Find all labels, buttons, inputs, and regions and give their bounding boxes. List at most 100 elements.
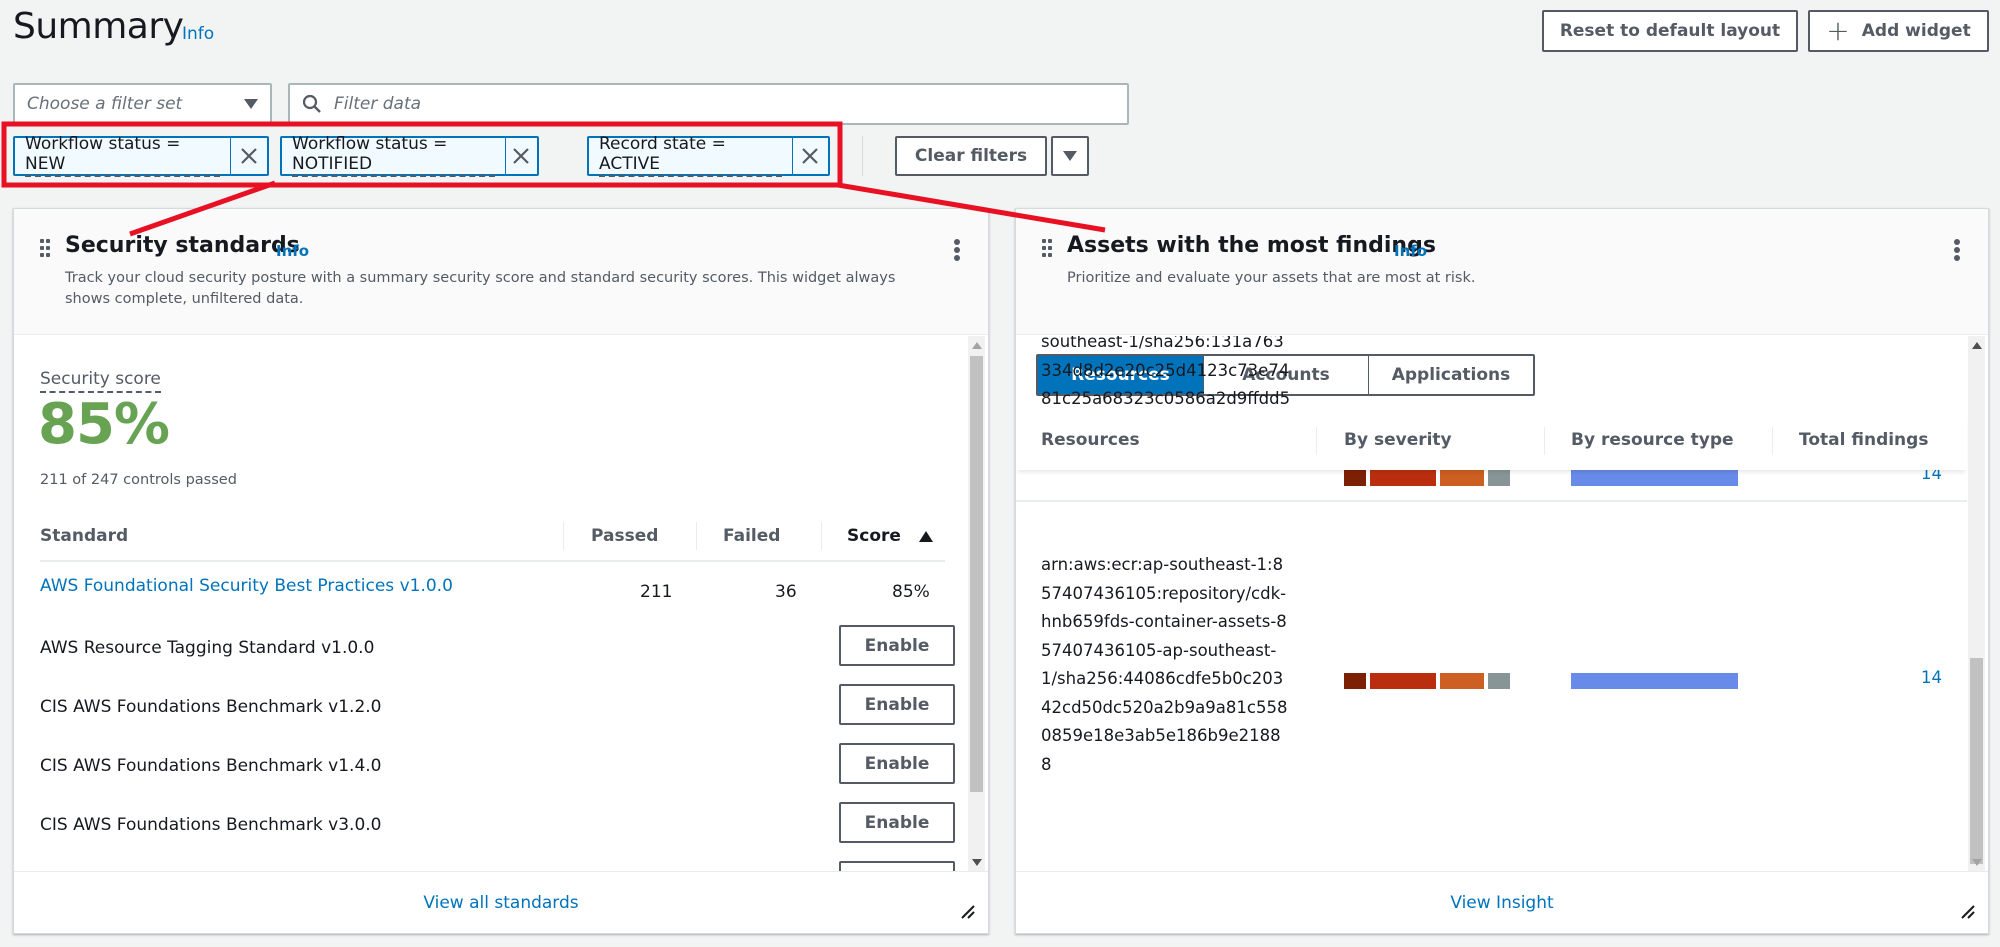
scroll-thumb[interactable] <box>1970 658 1983 864</box>
widget-description: Track your cloud security posture with a… <box>65 270 896 307</box>
scroll-up-arrow-icon[interactable] <box>1972 342 1982 349</box>
clear-filters-button[interactable]: Clear filters <box>895 136 1047 176</box>
filter-token[interactable]: Workflow status = NEW <box>13 135 269 177</box>
severity-segment-medium[interactable] <box>1440 470 1484 486</box>
resource-type-bar[interactable] <box>1571 673 1738 689</box>
severity-segment-low[interactable] <box>1488 470 1510 486</box>
filter-set-select[interactable]: Choose a filter set <box>13 83 272 125</box>
table-row: CIS AWS Foundations Benchmark v1.2.0 Ena… <box>40 680 955 739</box>
security-standards-widget: Security standards Info Track your cloud… <box>13 208 989 934</box>
divider <box>862 136 863 176</box>
widget-header: Security standards Info Track your cloud… <box>14 209 988 335</box>
column-header-passed[interactable]: Passed <box>591 526 658 546</box>
reset-layout-button[interactable]: Reset to default layout <box>1542 10 1798 52</box>
column-header-resources: Resources <box>1041 430 1140 450</box>
close-icon <box>513 148 530 164</box>
column-header-by-severity: By severity <box>1344 430 1452 450</box>
table-header: Standard Passed Failed Score <box>40 512 945 562</box>
view-insight-link[interactable]: View Insight <box>1450 893 1553 913</box>
severity-bar[interactable] <box>1344 673 1510 689</box>
standard-name: CIS AWS Foundations Benchmark v1.4.0 <box>40 756 382 776</box>
widget-header: Assets with the most findings Info Prior… <box>1016 209 1988 335</box>
table-row: arn:aws:ecr:ap-southeast-1:857407436105:… <box>1016 551 1967 821</box>
standard-name: CIS AWS Foundations Benchmark v3.0.0 <box>40 815 382 835</box>
resize-handle-icon[interactable] <box>958 901 976 919</box>
drag-handle-icon[interactable] <box>40 239 50 257</box>
scrollbar[interactable] <box>968 336 985 872</box>
controls-passed-text: 211 of 247 controls passed <box>40 472 237 488</box>
table-row: AWS Resource Tagging Standard v1.0.0 Ena… <box>40 621 955 680</box>
view-all-standards-link[interactable]: View all standards <box>423 893 578 913</box>
scroll-thumb[interactable] <box>970 356 983 792</box>
severity-segment-critical[interactable] <box>1344 673 1366 689</box>
table-row: AWS Foundational Security Best Practices… <box>40 562 945 621</box>
column-header-score[interactable]: Score <box>847 526 901 546</box>
filter-token-label[interactable]: Record state = ACTIVE <box>599 135 782 177</box>
enable-button[interactable]: Enable <box>839 743 955 784</box>
passed-count: 211 <box>640 582 673 602</box>
scroll-up-arrow-icon[interactable] <box>972 342 982 349</box>
enable-button[interactable]: Enable <box>839 802 955 843</box>
more-options-icon[interactable] <box>954 239 960 261</box>
severity-segment-low[interactable] <box>1488 673 1510 689</box>
table-header: Resources By severity By resource type T… <box>1016 412 1967 470</box>
security-score-label[interactable]: Security score <box>40 369 161 393</box>
add-widget-label: Add widget <box>1861 21 1971 41</box>
column-header-standard[interactable]: Standard <box>40 526 128 546</box>
clear-filters-dropdown-button[interactable] <box>1051 136 1089 176</box>
widget-footer: View all standards <box>14 871 988 933</box>
table-row: CIS AWS Foundations Benchmark v3.0.0 Ena… <box>40 798 955 857</box>
column-header-by-resource-type: By resource type <box>1571 430 1734 450</box>
widget-title: Assets with the most findings <box>1067 233 1436 258</box>
resource-type-bar[interactable] <box>1571 470 1738 486</box>
filter-token-label[interactable]: Workflow status = NEW <box>25 135 221 177</box>
security-score-value: 85% <box>38 392 170 457</box>
filter-token-label[interactable]: Workflow status = NOTIFIED <box>292 135 495 177</box>
remove-token-button[interactable] <box>791 138 828 174</box>
enable-button[interactable]: Enable <box>839 625 955 666</box>
total-findings-link[interactable]: 14 <box>1921 668 1942 687</box>
remove-token-button[interactable] <box>504 138 537 174</box>
page-info-link[interactable]: Info <box>182 24 214 44</box>
standard-score: 85% <box>892 582 930 602</box>
caret-down-icon <box>1063 151 1077 161</box>
column-header-failed[interactable]: Failed <box>723 526 780 546</box>
scroll-down-arrow-icon[interactable] <box>972 859 982 866</box>
widget-info-link[interactable]: Info <box>276 242 309 260</box>
widget-info-link[interactable]: Info <box>1394 242 1427 260</box>
filter-data-input[interactable]: Filter data <box>288 83 1129 125</box>
plus-icon: + <box>1826 14 1850 47</box>
filter-set-placeholder: Choose a filter set <box>27 94 183 114</box>
search-icon <box>302 94 321 113</box>
table-row: CIS AWS Foundations Benchmark v1.4.0 Ena… <box>40 739 955 798</box>
more-options-icon[interactable] <box>1954 239 1960 261</box>
failed-count: 36 <box>775 582 797 602</box>
sort-ascending-icon[interactable] <box>919 531 933 542</box>
severity-segment-critical[interactable] <box>1344 470 1366 486</box>
resource-arn: arn:aws:ecr:ap-southeast-1:857407436105:… <box>1041 555 1288 774</box>
severity-segment-high[interactable] <box>1370 673 1436 689</box>
drag-handle-icon[interactable] <box>1042 239 1052 257</box>
remove-token-button[interactable] <box>230 138 267 174</box>
widget-body: Security score 85% 211 of 247 controls p… <box>14 336 988 872</box>
severity-bar[interactable] <box>1344 470 1510 486</box>
scrollbar[interactable] <box>1968 336 1985 872</box>
scroll-down-arrow-icon[interactable] <box>1972 859 1982 866</box>
severity-segment-medium[interactable] <box>1440 673 1484 689</box>
table-row: NIST Special Publication 800-53 Revision… <box>40 857 955 872</box>
standard-name: CIS AWS Foundations Benchmark v1.2.0 <box>40 697 382 717</box>
filter-token[interactable]: Workflow status = NOTIFIED <box>280 135 539 177</box>
widget-body: Resources Accounts Applications Resource… <box>1016 336 1988 872</box>
filter-data-placeholder: Filter data <box>334 94 422 114</box>
enable-button[interactable]: Enable <box>839 684 955 725</box>
caret-down-icon <box>244 99 258 109</box>
severity-segment-high[interactable] <box>1370 470 1436 486</box>
resize-handle-icon[interactable] <box>1958 901 1976 919</box>
widget-footer: View Insight <box>1016 871 1988 933</box>
widget-description: Prioritize and evaluate your assets that… <box>1067 270 1476 286</box>
add-widget-button[interactable]: + Add widget <box>1808 10 1989 52</box>
filter-token[interactable]: Record state = ACTIVE <box>587 135 830 177</box>
standard-name: AWS Resource Tagging Standard v1.0.0 <box>40 638 375 658</box>
standard-name-link[interactable]: AWS Foundational Security Best Practices… <box>40 576 453 596</box>
assets-most-findings-widget: Assets with the most findings Info Prior… <box>1015 208 1989 934</box>
